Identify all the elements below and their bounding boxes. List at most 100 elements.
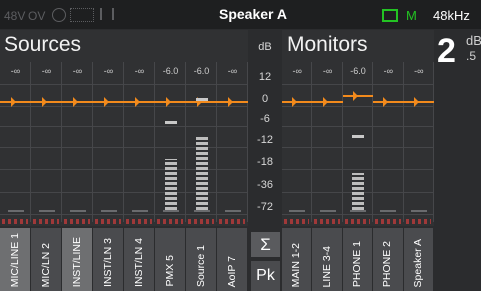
monitors-top-value: -∞ (383, 66, 394, 76)
monitors-top-value: -6.0 (350, 66, 366, 76)
sources-channel-label: MIC/LINE 1 (8, 232, 21, 287)
sources-fader-knob[interactable] (227, 97, 233, 107)
sources-fader-knob[interactable] (41, 97, 47, 107)
scale-tick-label: 0 (261, 93, 269, 105)
monitors-channel-label: PHONE 2 (381, 240, 394, 287)
monitors-level-meter (352, 173, 364, 210)
sources-fader-knob[interactable] (72, 97, 78, 107)
monitors-title: Monitors (287, 33, 368, 56)
sources-floor-bar (69, 210, 86, 212)
sources-volume-line (155, 101, 186, 103)
monitors-clip-indicator (344, 219, 371, 224)
sources-channel-label: PMX 5 (163, 255, 176, 287)
sources-top-value: -∞ (103, 66, 114, 76)
monitors-volume-line (282, 101, 313, 103)
monitor-icon[interactable] (382, 9, 398, 22)
channel-separator (30, 62, 31, 222)
page-title: Speaker A (219, 6, 287, 22)
monitors-channel-button[interactable]: LINE 3-4 (312, 228, 342, 291)
sources-channel-button[interactable]: INST/LINE (62, 228, 92, 291)
channel-separator (402, 62, 404, 222)
sources-fader-knob[interactable] (165, 97, 171, 107)
big-value-unit: dB (466, 33, 481, 48)
channel-separator (61, 62, 62, 222)
sum-button[interactable]: Σ (251, 232, 280, 257)
sources-clip-indicator (188, 219, 214, 224)
sources-top-value: -∞ (134, 66, 145, 76)
sample-rate: 48kHz (433, 8, 470, 23)
sources-channel-button[interactable]: INST/LN 4 (124, 228, 154, 291)
sources-floor-bar (162, 210, 179, 212)
sources-peak-hold (164, 121, 177, 124)
monitors-floor-bar (380, 210, 397, 212)
sources-channel-label: INST/LN 4 (132, 237, 145, 287)
sources-channel-button[interactable]: INST/LN 3 (93, 228, 123, 291)
status-bar: 48V OV Speaker A M 48kHz (0, 0, 481, 29)
sources-channel-button[interactable]: MIC/LINE 1 (0, 228, 30, 291)
monitors-fader-knob[interactable] (413, 97, 419, 107)
mono-indicator[interactable]: M (406, 8, 417, 23)
monitors-top-value: -∞ (292, 66, 302, 76)
sources-clip-indicator (126, 219, 152, 224)
sources-clip-indicator (33, 219, 59, 224)
sources-floor-bar (38, 210, 55, 212)
sources-channel-button[interactable]: PMX 5 (155, 228, 185, 291)
big-value-digit: 2 (437, 32, 456, 70)
sources-volume-line (124, 101, 155, 103)
sources-volume-line (186, 101, 217, 103)
monitors-fader-knob[interactable] (292, 97, 298, 107)
scale-tick-label: -72 (257, 201, 273, 213)
monitors-channel-label: PHONE 1 (350, 240, 363, 287)
sources-volume-line (62, 101, 93, 103)
scale-tick-label: 12 (258, 71, 272, 83)
monitors-clip-indicator (314, 219, 340, 224)
sources-top-value: -6.0 (193, 66, 210, 76)
scale-tick-label: -18 (257, 156, 273, 168)
sources-volume-line (31, 101, 62, 103)
monitors-fader-knob[interactable] (353, 91, 358, 101)
channel-separator (216, 62, 217, 222)
sources-volume-line (217, 101, 248, 103)
channel-separator (433, 62, 434, 222)
monitors-floor-bar (350, 210, 366, 212)
sources-peak-hold (195, 98, 208, 101)
sources-channel-label: MIC/LN 2 (39, 242, 52, 287)
peak-button[interactable]: Pk (251, 261, 280, 291)
monitors-channel-button[interactable]: Speaker A (403, 228, 433, 291)
scale-column (248, 30, 282, 226)
monitors-channel-button[interactable]: PHONE 2 (373, 228, 403, 291)
scale-tick-label: -6 (260, 113, 270, 125)
sources-clip-indicator (2, 219, 28, 224)
sources-level-meter (164, 159, 177, 210)
sources-panel (0, 30, 248, 226)
sources-clip-indicator (219, 219, 245, 224)
monitors-floor-bar (319, 210, 336, 212)
link-icon (52, 8, 66, 22)
monitors-clip-indicator (284, 219, 310, 224)
monitors-channel-label: LINE 3-4 (320, 245, 333, 287)
sources-floor-bar (193, 210, 210, 212)
monitors-floor-bar (410, 210, 427, 212)
sources-fader-knob[interactable] (103, 97, 109, 107)
overload-indicator: OV (28, 9, 46, 23)
monitors-fader-knob[interactable] (322, 97, 328, 107)
scale-tick-label: -36 (257, 179, 273, 191)
monitors-channel-label: Speaker A (411, 238, 424, 287)
mic-icon (100, 8, 114, 20)
sources-channel-label: INST/LINE (70, 236, 83, 287)
channel-separator (311, 62, 313, 222)
sources-top-value: -∞ (10, 66, 21, 76)
monitors-fader-knob[interactable] (383, 97, 389, 107)
sources-channel-button[interactable]: MIC/LN 2 (31, 228, 61, 291)
sources-fader-knob[interactable] (134, 97, 140, 107)
sources-floor-bar (224, 210, 241, 212)
sources-clip-indicator (95, 219, 121, 224)
sources-fader-knob[interactable] (10, 97, 16, 107)
sources-channel-label: Source 1 (194, 244, 207, 287)
sources-channel-button[interactable]: Source 1 (186, 228, 216, 291)
monitors-channel-button[interactable]: PHONE 1 (342, 228, 373, 291)
monitors-channel-button[interactable]: MAIN 1-2 (282, 228, 312, 291)
sources-top-value: -∞ (41, 66, 52, 76)
channel-separator (92, 62, 93, 222)
sources-channel-button[interactable]: AoIP 7 (217, 228, 247, 291)
